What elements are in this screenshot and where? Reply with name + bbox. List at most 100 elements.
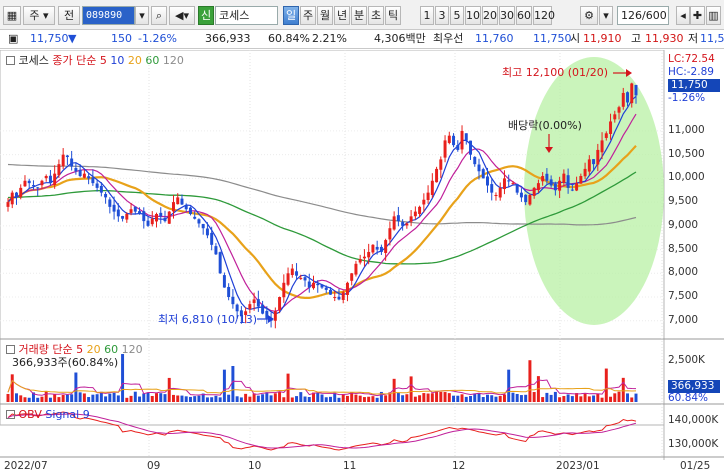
candle-body (286, 273, 290, 285)
candle-body (613, 114, 617, 120)
volume-bar (430, 393, 434, 402)
high-label: 고 (631, 32, 642, 45)
interval-button-10[interactable]: 10 (465, 6, 481, 25)
price-y-tick-7: 7,500 (668, 290, 699, 303)
volume-bar (163, 394, 167, 402)
interval-button-20[interactable]: 20 (482, 6, 498, 25)
obv-legend-box-icon[interactable] (6, 410, 15, 419)
candle-body (57, 164, 61, 176)
settings-icon[interactable]: ⚙ (580, 6, 598, 25)
toolbar: ▦ 주 ▾ 전 089890 ▾ ⌕ ◀▾ 신 코세스 ⚙ ▾ 126/600 … (0, 0, 724, 30)
price-y-tick-4: 9,000 (668, 218, 699, 231)
period-button-1[interactable]: 주 (300, 6, 316, 25)
candle-body (447, 135, 451, 143)
candle-body (282, 282, 286, 298)
candle-body (210, 232, 214, 245)
volume-legend-ma120: 120 (121, 343, 143, 356)
volume-bar (337, 397, 341, 402)
volume-bar (269, 395, 273, 402)
quote-settings-icon[interactable]: ▣ (8, 30, 18, 48)
low-annotation: 최저 6,810 (10/13) (158, 313, 258, 326)
candle-body (10, 192, 14, 205)
volume-bar (248, 396, 252, 402)
candle-body (464, 133, 468, 141)
obv-legend-name: OBV (18, 408, 42, 421)
price-y-tick-8: 7,000 (668, 313, 699, 326)
x-label-11: 11 (343, 460, 357, 472)
period-button-0[interactable]: 일 (283, 6, 299, 25)
period-button-6[interactable]: 틱 (385, 6, 401, 25)
interval-button-120[interactable]: 120 (533, 6, 555, 25)
dropdown-icon[interactable]: ▾ (599, 6, 613, 25)
volume-bar (405, 394, 409, 402)
candle-body (104, 193, 108, 198)
market-select[interactable]: 주 ▾ (23, 6, 55, 25)
candle-body (44, 176, 48, 179)
obv-y-tick-1: 140,000K (668, 414, 719, 426)
volume-bar (418, 395, 422, 402)
search-icon[interactable]: ⌕ (151, 6, 167, 25)
candle-body (138, 211, 142, 214)
volume-bar (19, 395, 23, 402)
layout-icon[interactable]: ▥ (706, 6, 721, 25)
volume-bar (222, 369, 226, 402)
scroll-left-icon[interactable]: ◂ (676, 6, 690, 25)
price-chart[interactable] (0, 50, 724, 475)
volume-bar (524, 394, 528, 402)
obv-y-tick-2: 130,000K (668, 438, 719, 450)
candle-body (40, 180, 44, 186)
period-button-3[interactable]: 년 (334, 6, 350, 25)
volume-bar (125, 397, 129, 402)
volume-bar (193, 396, 197, 402)
volume-bar (78, 392, 82, 402)
volume-bar (218, 397, 222, 402)
candle-body (303, 277, 307, 281)
candle-body (460, 130, 464, 150)
period-button-2[interactable]: 월 (317, 6, 333, 25)
volume-bar (172, 394, 175, 402)
candle-body (443, 140, 447, 158)
stock-code-input[interactable]: 089890 (82, 6, 135, 25)
candle-body (329, 289, 332, 295)
candle-body (312, 282, 315, 289)
interval-button-1[interactable]: 1 (420, 6, 434, 25)
volume-legend-ma60: 60 (104, 343, 119, 356)
volume-bar (138, 396, 142, 402)
volume-bar (579, 396, 583, 402)
sound-icon[interactable]: ◀▾ (169, 6, 195, 25)
candle-body (295, 271, 299, 276)
period-button-4[interactable]: 분 (351, 6, 367, 25)
candle-body (23, 180, 27, 187)
volume-bar (494, 396, 498, 402)
volume-legend-box-icon[interactable] (6, 345, 15, 354)
candle-body (256, 299, 260, 307)
candle-body (392, 216, 396, 230)
interval-button-60[interactable]: 60 (516, 6, 532, 25)
chart-menu-icon[interactable]: ▦ (3, 6, 21, 25)
price-y-tick-2: 10,000 (668, 171, 705, 184)
volume-bar (375, 397, 379, 402)
volume-bar (23, 397, 27, 402)
volume-bar (15, 393, 18, 402)
price-change: 150 (111, 32, 132, 45)
candle-body (15, 192, 18, 198)
chevron-down-icon[interactable]: ▾ (135, 6, 149, 25)
volume-bar (528, 360, 532, 402)
interval-button-3[interactable]: 3 (435, 6, 449, 25)
price-change-pct: -1.26% (138, 32, 177, 45)
interval-button-30[interactable]: 30 (499, 6, 515, 25)
volume-bar (261, 394, 265, 402)
volume-bar (48, 397, 52, 402)
volume-bar (341, 393, 345, 402)
volume-bar (320, 394, 324, 402)
candle-body (87, 176, 91, 179)
candle-count-field[interactable]: 126/600 (617, 6, 669, 25)
candle-body (125, 213, 129, 220)
all-button[interactable]: 전 (58, 6, 80, 25)
candle-body (621, 92, 625, 107)
volume-bar (558, 397, 562, 402)
zoom-icon[interactable]: ✚ (690, 6, 705, 25)
volume-bar (244, 393, 248, 402)
period-button-5[interactable]: 초 (368, 6, 384, 25)
interval-button-5[interactable]: 5 (450, 6, 464, 25)
